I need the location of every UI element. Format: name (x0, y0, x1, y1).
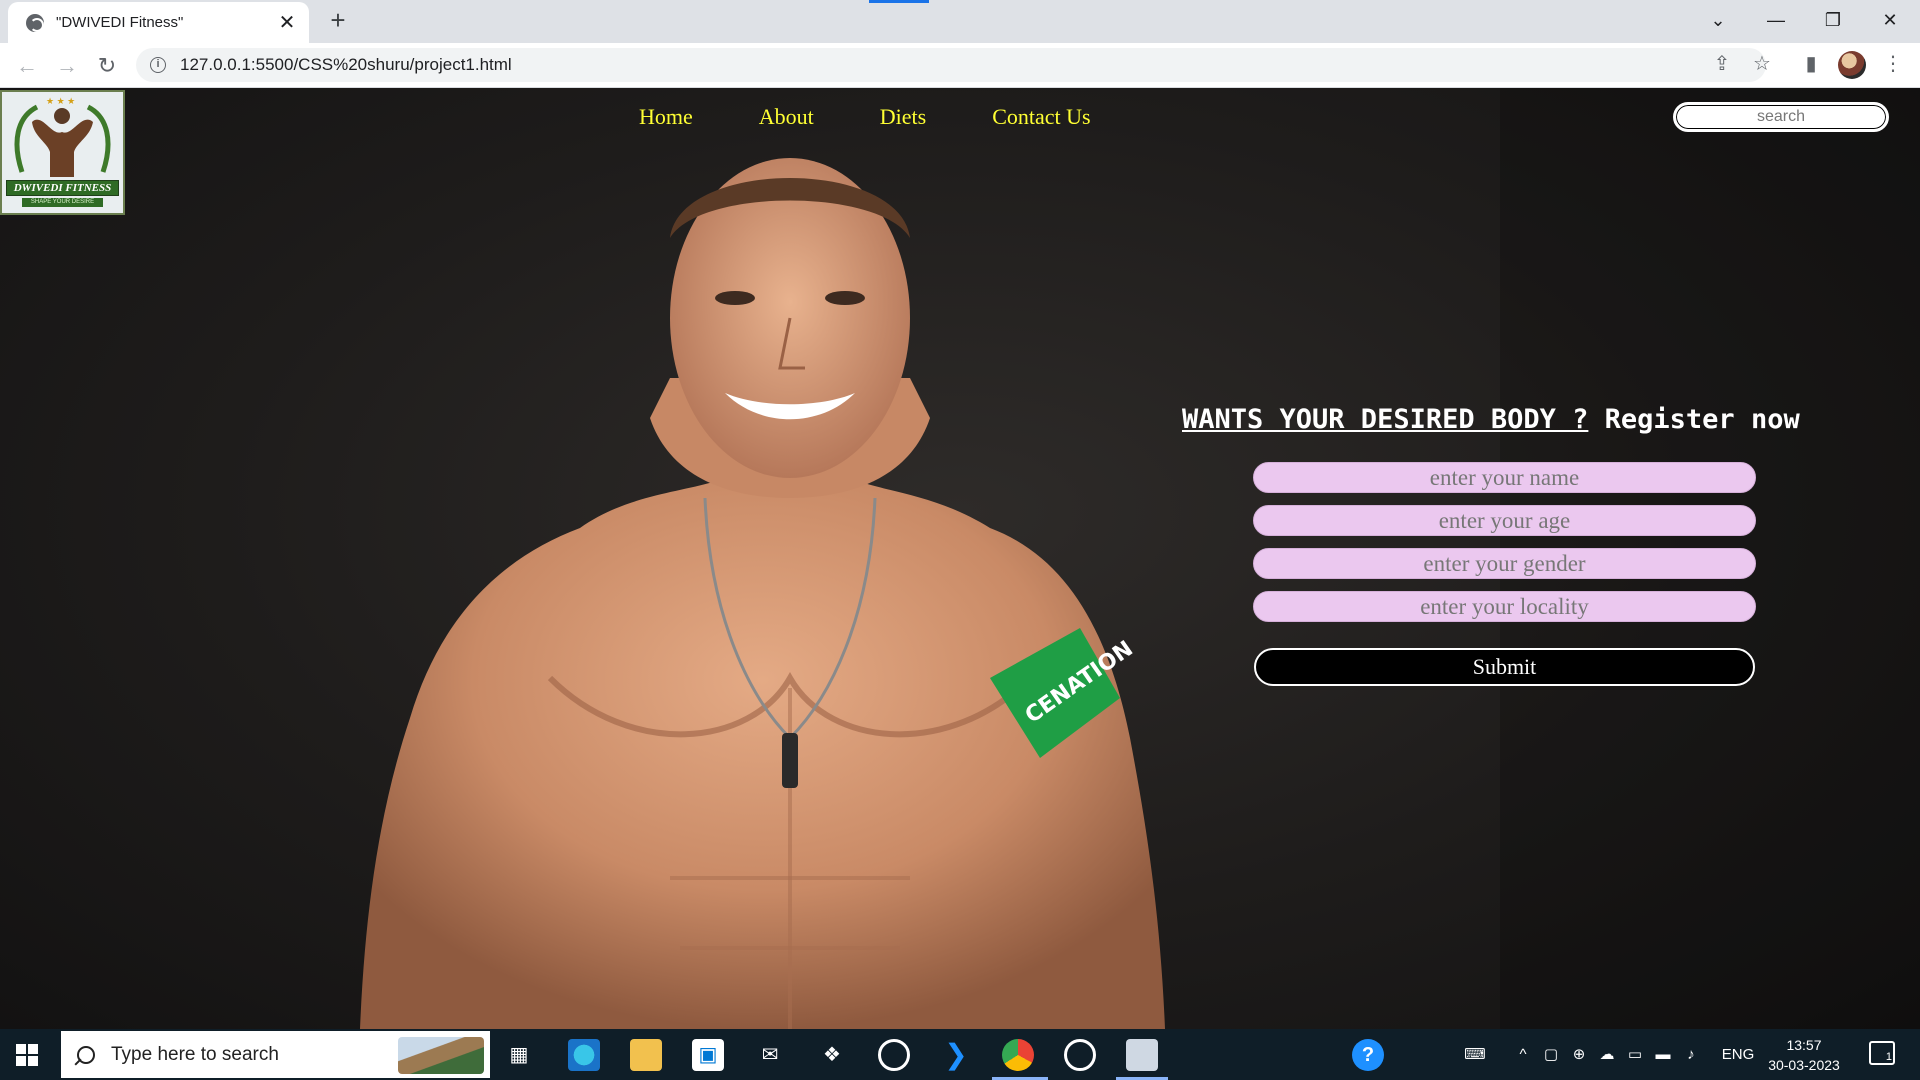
image-viewer-icon[interactable] (1126, 1039, 1158, 1071)
globe-icon (26, 13, 44, 32)
browser-toolbar: ← → ↻ i 127.0.0.1:5500/CSS%20shuru/proje… (0, 43, 1920, 88)
cloud-icon[interactable]: ☁ (1592, 1043, 1622, 1067)
site-logo[interactable]: ★ ★ ★ DWIVEDI FITNESS SHAPE YOUR DESIRE (0, 90, 125, 215)
chevron-up-icon[interactable]: ^ (1508, 1043, 1538, 1067)
new-tab-button[interactable]: + (325, 7, 351, 34)
vscode-icon[interactable]: ❯ (940, 1039, 972, 1071)
keyboard-icon[interactable]: ⌨ (1460, 1043, 1490, 1067)
main-nav: Home About Diets Contact Us (639, 104, 1091, 130)
help-icon[interactable]: ? (1352, 1039, 1384, 1071)
name-field[interactable]: enter your name (1253, 462, 1756, 493)
browser-menu-icon[interactable]: ⋮ (1878, 49, 1908, 79)
windows-taskbar: Type here to search ▦ ▣ ✉ ❖ ❯ ? ⌨ ^ ▢ ⊕ … (0, 1029, 1920, 1080)
info-icon[interactable]: i (150, 57, 166, 73)
language-indicator[interactable]: ENG (1716, 1043, 1760, 1067)
app-icon[interactable] (878, 1039, 910, 1071)
taskbar-search-box[interactable]: Type here to search (61, 1031, 490, 1078)
search-input[interactable]: search (1673, 102, 1889, 132)
side-panel-icon[interactable]: ▮ (1796, 49, 1826, 79)
nav-link-home[interactable]: Home (639, 104, 693, 130)
logo-tagline: SHAPE YOUR DESIRE (22, 198, 103, 207)
register-heading: WANTS YOUR DESIRED BODY ? Register now (1182, 404, 1800, 435)
share-icon[interactable]: ⇪ (1707, 49, 1737, 79)
tab-strip-indicator (869, 0, 929, 3)
edge-browser-icon[interactable] (568, 1039, 600, 1071)
search-icon (77, 1045, 95, 1064)
close-tab-icon[interactable]: ✕ (277, 13, 297, 33)
mail-icon[interactable]: ✉ (754, 1039, 786, 1071)
logo-text: DWIVEDI FITNESS (6, 180, 119, 196)
clock-time: 13:57 (1786, 1037, 1822, 1053)
reload-button[interactable]: ↻ (92, 51, 122, 81)
file-explorer-icon[interactable] (630, 1039, 662, 1071)
notification-center-icon[interactable]: 1 (1869, 1041, 1895, 1065)
browser-tab-bar: "DWIVEDI Fitness" ✕ + ⌄ — ❐ ✕ (0, 0, 1920, 43)
search-highlight-art (398, 1037, 484, 1074)
minimize-button[interactable]: — (1748, 0, 1804, 40)
tab-search-chevron-icon[interactable]: ⌄ (1690, 0, 1746, 40)
clock-date: 30-03-2023 (1768, 1057, 1840, 1073)
windows-start-icon[interactable] (16, 1044, 38, 1066)
chrome-icon[interactable] (1002, 1039, 1034, 1071)
nav-link-diets[interactable]: Diets (880, 104, 926, 130)
display-icon[interactable]: ▭ (1620, 1043, 1650, 1067)
forward-button[interactable]: → (52, 51, 82, 81)
bodybuilder-logo-icon: ★ ★ ★ (14, 96, 111, 177)
locality-field[interactable]: enter your locality (1253, 591, 1756, 622)
register-heading-cta: Register now (1588, 404, 1800, 435)
dropbox-icon[interactable]: ❖ (816, 1039, 848, 1071)
nav-link-about[interactable]: About (759, 104, 814, 130)
browser-tab[interactable]: "DWIVEDI Fitness" ✕ (8, 2, 309, 43)
restore-button[interactable]: ❐ (1805, 0, 1861, 40)
store-icon[interactable]: ▣ (692, 1039, 724, 1071)
network-icon[interactable]: ⊕ (1564, 1043, 1594, 1067)
address-bar[interactable]: i 127.0.0.1:5500/CSS%20shuru/project1.ht… (136, 48, 1766, 82)
hero-athlete-image: CENATION (360, 158, 1165, 1029)
volume-icon[interactable]: ♪ (1676, 1043, 1706, 1067)
photos-icon[interactable] (1064, 1039, 1096, 1071)
task-view-icon[interactable]: ▦ (503, 1039, 535, 1071)
close-window-button[interactable]: ✕ (1862, 0, 1918, 40)
submit-button[interactable]: Submit (1254, 648, 1755, 686)
back-button[interactable]: ← (12, 51, 42, 81)
tab-title: "DWIVEDI Fitness" (56, 14, 184, 31)
profile-avatar[interactable] (1838, 51, 1866, 79)
meet-icon[interactable]: ▢ (1536, 1043, 1566, 1067)
taskbar-clock[interactable]: 13:57 30-03-2023 (1764, 1035, 1844, 1075)
battery-icon[interactable]: ▬ (1648, 1043, 1678, 1067)
register-heading-underlined: WANTS YOUR DESIRED BODY ? (1182, 404, 1589, 435)
bookmark-star-icon[interactable]: ☆ (1747, 49, 1777, 79)
taskbar-search-text: Type here to search (111, 1043, 279, 1065)
url-text[interactable]: 127.0.0.1:5500/CSS%20shuru/project1.html (180, 55, 512, 75)
svg-text:★ ★ ★: ★ ★ ★ (46, 96, 75, 106)
nav-link-contact-us[interactable]: Contact Us (992, 104, 1090, 130)
gender-field[interactable]: enter your gender (1253, 548, 1756, 579)
age-field[interactable]: enter your age (1253, 505, 1756, 536)
page-viewport: CENATION ★ ★ ★ DWIVEDI FITNESS SHAPE YOU… (0, 88, 1920, 1029)
